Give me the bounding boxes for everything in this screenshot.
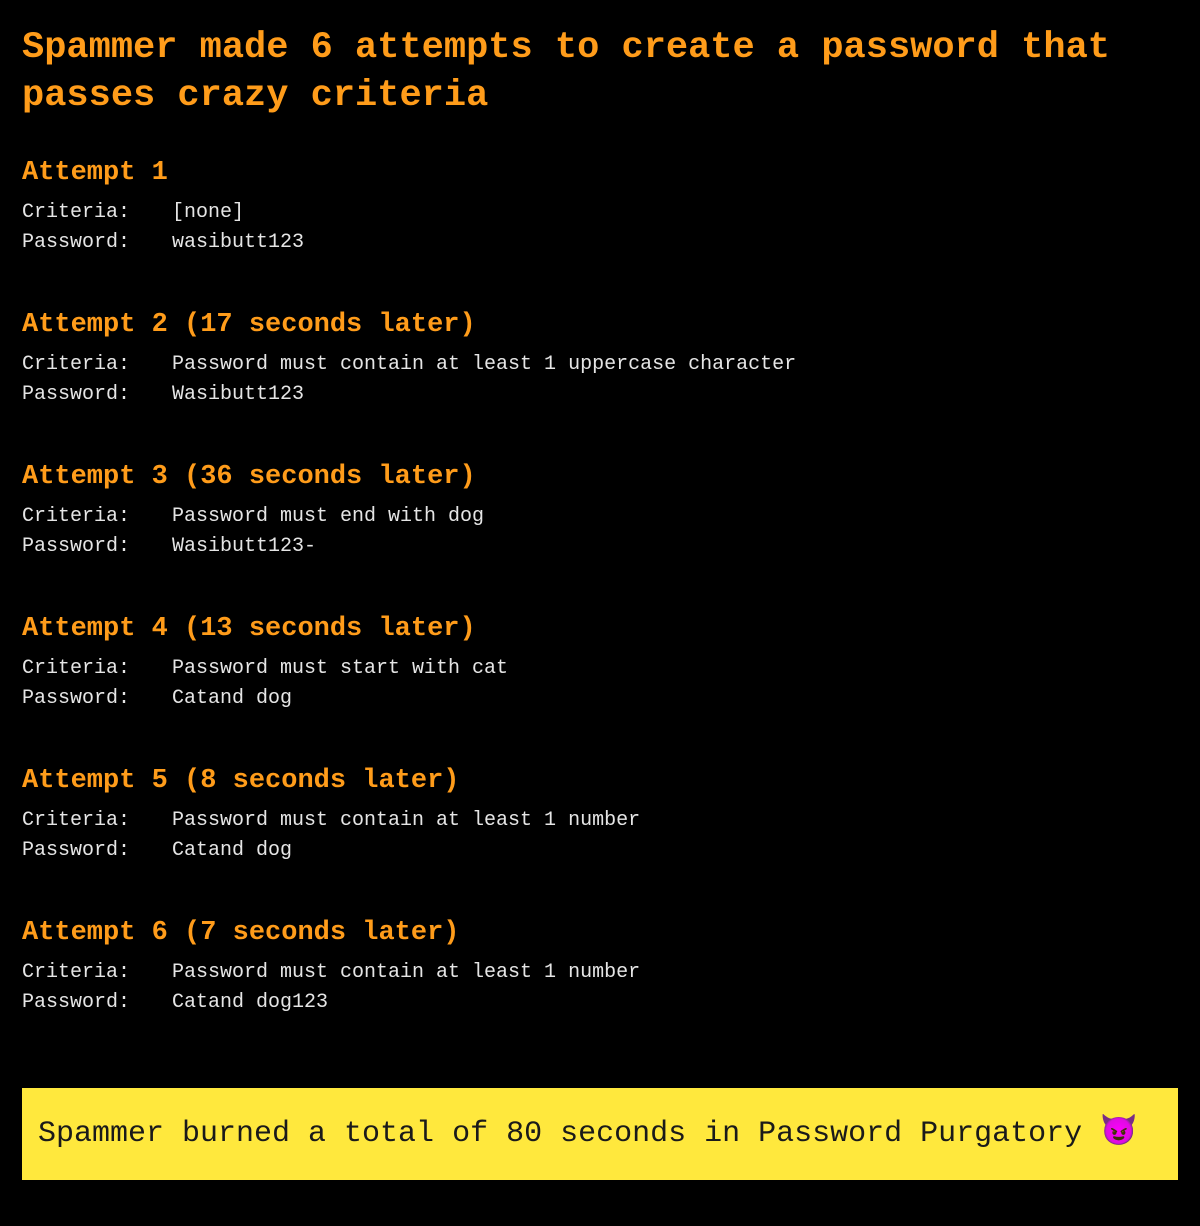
criteria-label: Criteria: [22, 958, 172, 988]
criteria-row: Criteria:Password must contain at least … [22, 958, 1178, 988]
attempt-heading: Attempt 6 (7 seconds later) [22, 918, 1178, 948]
criteria-value: Password must contain at least 1 number [172, 958, 1178, 988]
criteria-row: Criteria:Password must start with cat [22, 654, 1178, 684]
criteria-row: Criteria:Password must contain at least … [22, 350, 1178, 380]
attempt-block: Attempt 2 (17 seconds later) Criteria:Pas… [22, 310, 1178, 410]
password-row: Password:wasibutt123 [22, 228, 1178, 258]
criteria-label: Criteria: [22, 806, 172, 836]
summary-box: Spammer burned a total of 80 seconds in … [22, 1088, 1178, 1180]
password-value: Wasibutt123- [172, 532, 1178, 562]
password-value: Wasibutt123 [172, 380, 1178, 410]
attempt-block: Attempt 1 Criteria:[none]Password:wasibut… [22, 158, 1178, 258]
password-label: Password: [22, 684, 172, 714]
attempt-heading: Attempt 4 (13 seconds later) [22, 614, 1178, 644]
password-label: Password: [22, 988, 172, 1018]
criteria-label: Criteria: [22, 198, 172, 228]
criteria-label: Criteria: [22, 502, 172, 532]
summary-text: Spammer burned a total of 80 seconds in … [38, 1117, 1100, 1151]
criteria-label: Criteria: [22, 654, 172, 684]
password-value: Catand dog123 [172, 988, 1178, 1018]
password-row: Password:Wasibutt123 [22, 380, 1178, 410]
page-title: Spammer made 6 attempts to create a pass… [22, 24, 1178, 120]
criteria-label: Criteria: [22, 350, 172, 380]
password-row: Password:Catand dog [22, 836, 1178, 866]
devil-icon: 😈 [1100, 1110, 1137, 1157]
password-value: wasibutt123 [172, 228, 1178, 258]
attempt-heading: Attempt 3 (36 seconds later) [22, 462, 1178, 492]
criteria-value: Password must end with dog [172, 502, 1178, 532]
password-row: Password:Catand dog [22, 684, 1178, 714]
password-row: Password:Catand dog123 [22, 988, 1178, 1018]
password-value: Catand dog [172, 684, 1178, 714]
attempt-block: Attempt 5 (8 seconds later) Criteria:Pass… [22, 766, 1178, 866]
criteria-value: Password must contain at least 1 number [172, 806, 1178, 836]
attempts-list: Attempt 1Criteria:[none]Password:wasibut… [22, 158, 1178, 1018]
criteria-value: Password must start with cat [172, 654, 1178, 684]
criteria-row: Criteria:Password must end with dog [22, 502, 1178, 532]
criteria-row: Criteria:Password must contain at least … [22, 806, 1178, 836]
password-row: Password:Wasibutt123- [22, 532, 1178, 562]
password-value: Catand dog [172, 836, 1178, 866]
password-label: Password: [22, 228, 172, 258]
attempt-heading: Attempt 5 (8 seconds later) [22, 766, 1178, 796]
password-label: Password: [22, 836, 172, 866]
attempt-block: Attempt 3 (36 seconds later) Criteria:Pas… [22, 462, 1178, 562]
criteria-row: Criteria:[none] [22, 198, 1178, 228]
attempt-heading: Attempt 1 [22, 158, 1178, 188]
attempt-heading: Attempt 2 (17 seconds later) [22, 310, 1178, 340]
password-label: Password: [22, 532, 172, 562]
attempt-block: Attempt 4 (13 seconds later) Criteria:Pas… [22, 614, 1178, 714]
criteria-value: [none] [172, 198, 1178, 228]
password-label: Password: [22, 380, 172, 410]
attempt-block: Attempt 6 (7 seconds later) Criteria:Pass… [22, 918, 1178, 1018]
criteria-value: Password must contain at least 1 upperca… [172, 350, 1178, 380]
